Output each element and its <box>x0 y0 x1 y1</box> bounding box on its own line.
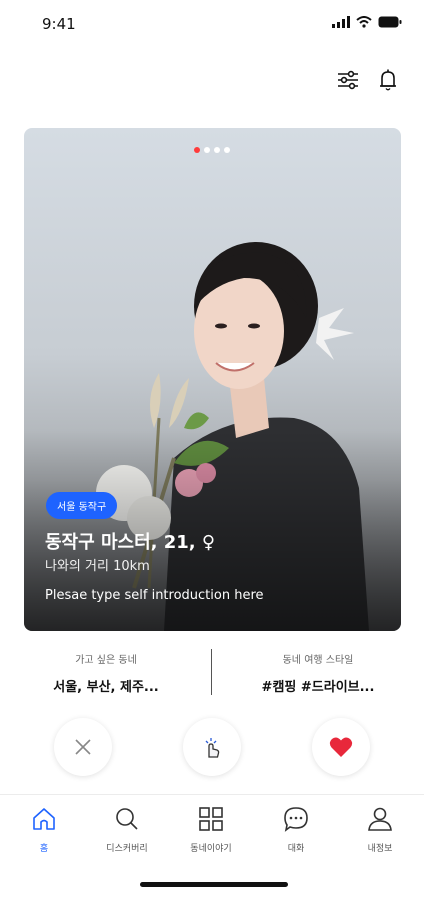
nav-item-neighborhood[interactable]: 동네이야기 <box>176 805 246 854</box>
top-bar <box>0 62 424 102</box>
profile-name: 동작구 마스터, 21, ♀ <box>45 532 216 553</box>
chat-icon <box>284 807 308 832</box>
like-button[interactable] <box>312 718 370 776</box>
home-indicator[interactable] <box>140 882 288 887</box>
nav-label-my-info: 내정보 <box>367 844 393 854</box>
photo-pagination <box>194 147 230 153</box>
location-badge: 서울 동작구 <box>46 492 118 519</box>
wish-area-label: 가고 싶은 동네 <box>75 655 137 666</box>
heart-icon <box>329 737 353 757</box>
user-icon <box>368 807 392 831</box>
pagination-dot[interactable] <box>214 147 220 153</box>
nav-item-home[interactable]: 홈 <box>9 805 79 854</box>
status-time: 9:41 <box>42 15 76 33</box>
home-icon <box>33 808 55 830</box>
pagination-dot[interactable] <box>224 147 230 153</box>
travel-style: 동네 여행 스타일 #캠핑 #드라이브... <box>212 645 424 695</box>
nav-label-neighborhood: 동네이야기 <box>190 844 232 854</box>
wish-area: 가고 싶은 동네 서울, 부산, 제주... <box>0 645 212 695</box>
nav-label-discovery: 디스커버리 <box>106 844 148 854</box>
distance-text: 나와의 거리 10km <box>45 559 150 574</box>
nav-item-chat[interactable]: 대화 <box>261 805 331 854</box>
search-icon <box>116 808 138 830</box>
battery-icon <box>378 16 402 28</box>
point-icon <box>205 738 220 758</box>
nav-item-my-info[interactable]: 내정보 <box>345 805 415 854</box>
close-icon <box>75 739 91 755</box>
nav-label-home: 홈 <box>39 844 49 854</box>
status-icons <box>332 16 402 28</box>
nav-label-chat: 대화 <box>287 844 305 854</box>
travel-style-label: 동네 여행 스타일 <box>282 655 354 666</box>
pagination-dot[interactable] <box>204 147 210 153</box>
bell-icon[interactable] <box>374 66 402 94</box>
pagination-dot[interactable] <box>194 147 200 153</box>
nav-item-discovery[interactable]: 디스커버리 <box>92 805 162 854</box>
wish-area-value: 서울, 부산, 제주... <box>53 680 159 695</box>
status-bar: 9:41 <box>0 0 424 50</box>
grid-icon <box>199 807 223 831</box>
filter-icon[interactable] <box>334 66 362 94</box>
action-buttons <box>0 718 424 778</box>
travel-style-value: #캠핑 #드라이브... <box>261 680 375 695</box>
wifi-icon <box>356 16 372 28</box>
self-introduction: Plesae type self introduction here <box>45 588 264 603</box>
superlike-button[interactable] <box>183 718 241 776</box>
dislike-button[interactable] <box>54 718 112 776</box>
signal-icon <box>332 16 350 28</box>
preference-info: 가고 싶은 동네 서울, 부산, 제주... 동네 여행 스타일 #캠핑 #드라… <box>0 645 424 705</box>
